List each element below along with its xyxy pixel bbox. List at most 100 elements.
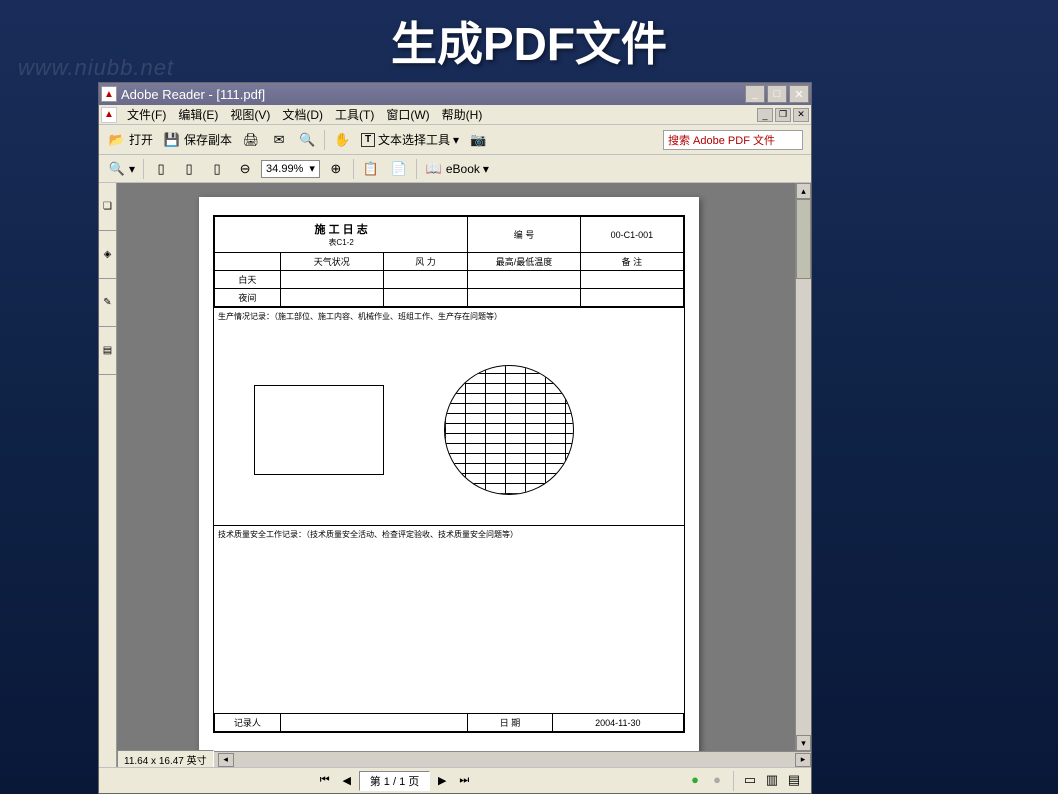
toolbar-separator <box>353 159 354 179</box>
ebook-button[interactable]: 📖 eBook ▾ <box>420 157 494 181</box>
toolbar-separator <box>733 771 734 791</box>
last-page-button[interactable]: ⏭ <box>454 772 474 790</box>
statusbar: ⏮ ◀ 第 1 / 1 页 ▶ ⏭ ● ● ▭ ▥ ▤ <box>99 767 811 793</box>
continuous-page-button[interactable]: ▥ <box>763 771 781 789</box>
hand-icon: ✋ <box>333 131 351 149</box>
zoom-value: 34.99% <box>266 163 303 175</box>
copy-button[interactable]: 📋 <box>357 157 385 181</box>
row-night: 夜间 <box>215 289 281 307</box>
save-icon: 💾 <box>163 131 181 149</box>
col-temp: 最高/最低温度 <box>468 253 581 271</box>
content-area: ❏ ◈ ✎ ▤ 施 工 日 志 表C1-2 编 号 00-C1-001 <box>99 183 811 767</box>
forward-view-button[interactable]: ● <box>708 771 726 789</box>
next-page-button[interactable]: ▶ <box>432 772 452 790</box>
camera-icon: 📷 <box>469 131 487 149</box>
page-width-icon: ▯ <box>180 160 198 178</box>
folder-open-icon: 📂 <box>108 131 126 149</box>
save-copy-button[interactable]: 💾 保存副本 <box>158 128 237 152</box>
first-page-button[interactable]: ⏮ <box>315 772 335 790</box>
section2-body <box>214 543 684 713</box>
zoom-in-button[interactable]: ⊕ <box>322 157 350 181</box>
window-title: Adobe Reader - [111.pdf] <box>121 87 745 102</box>
mail-icon: ✉ <box>270 131 288 149</box>
zoom-tool-button[interactable]: 🔍▾ <box>103 157 140 181</box>
maximize-button[interactable]: □ <box>767 85 787 103</box>
snapshot-button[interactable]: 📷 <box>464 128 492 152</box>
drawing-area-1 <box>214 325 684 525</box>
prev-page-button[interactable]: ◀ <box>337 772 357 790</box>
menu-file[interactable]: 文件(F) <box>121 104 172 125</box>
zoom-out-button[interactable]: ⊖ <box>231 157 259 181</box>
signatures-tab[interactable]: ✎ <box>99 279 116 327</box>
document-viewport[interactable]: 施 工 日 志 表C1-2 编 号 00-C1-001 天气状况 风 力 最高/… <box>117 183 811 767</box>
bookmarks-tab[interactable]: ❏ <box>99 183 116 231</box>
back-view-button[interactable]: ● <box>686 771 704 789</box>
copy-icon: 📋 <box>362 160 380 178</box>
dropdown-icon: ▾ <box>129 162 135 176</box>
close-button[interactable]: ✕ <box>789 85 809 103</box>
menu-window[interactable]: 窗口(W) <box>380 104 435 125</box>
menu-view[interactable]: 视图(V) <box>224 104 276 125</box>
mdi-minimize-button[interactable]: _ <box>757 108 773 122</box>
save-copy-label: 保存副本 <box>184 131 232 148</box>
horizontal-scrollbar[interactable]: 11.64 x 16.47 英寸 ◂ ▸ <box>117 751 811 767</box>
pages-tab[interactable]: ▤ <box>99 327 116 375</box>
mdi-restore-button[interactable]: ❐ <box>775 108 791 122</box>
page-dimensions: 11.64 x 16.47 英寸 <box>117 750 214 767</box>
scroll-left-button[interactable]: ◂ <box>218 753 234 767</box>
scroll-down-button[interactable]: ▾ <box>796 735 811 751</box>
fit-page-button[interactable]: ▯ <box>147 157 175 181</box>
navigation-pane: ❏ ◈ ✎ ▤ <box>99 183 117 767</box>
zoom-icon: 🔍 <box>108 160 126 178</box>
main-toolbar: 📂 打开 💾 保存副本 🖨 ✉ 🔍 ✋ T 文本选择工具 ▾ 📷 搜索 Adob… <box>99 125 811 155</box>
col-note: 备 注 <box>580 253 683 271</box>
page-actual-icon: ▯ <box>208 160 226 178</box>
search-input[interactable]: 搜索 Adobe PDF 文件 <box>663 130 803 150</box>
hand-tool-button[interactable]: ✋ <box>328 128 356 152</box>
dropdown-icon: ▾ <box>309 162 315 175</box>
toolbar-separator <box>324 130 325 150</box>
page-indicator[interactable]: 第 1 / 1 页 <box>359 771 431 791</box>
toolbar-separator <box>416 159 417 179</box>
doc-table-number: 表C1-2 <box>219 237 463 248</box>
text-select-button[interactable]: T 文本选择工具 ▾ <box>356 128 464 152</box>
zoom-toolbar: 🔍▾ ▯ ▯ ▯ ⊖ 34.99% ▾ ⊕ 📋 📄 📖 eBook ▾ <box>99 155 811 183</box>
toolbar-separator <box>143 159 144 179</box>
recorder-label: 记录人 <box>215 714 281 732</box>
plus-icon: ⊕ <box>327 160 345 178</box>
col-weather: 天气状况 <box>280 253 383 271</box>
scroll-thumb[interactable] <box>796 199 811 279</box>
doc-title: 施 工 日 志 <box>219 221 463 237</box>
scroll-right-button[interactable]: ▸ <box>795 753 811 767</box>
paste-button[interactable]: 📄 <box>385 157 413 181</box>
fit-width-button[interactable]: ▯ <box>175 157 203 181</box>
search-doc-button[interactable]: 🔍 <box>293 128 321 152</box>
app-icon: ▲ <box>101 86 117 102</box>
scroll-up-button[interactable]: ▴ <box>796 183 811 199</box>
section2-title: 技术质量安全工作记录：（技术质量安全活动、检查评定验收、技术质量安全问题等） <box>214 525 684 543</box>
vertical-scrollbar[interactable]: ▴ ▾ <box>795 183 811 751</box>
ebook-label: eBook <box>446 162 480 176</box>
facing-pages-button[interactable]: ▤ <box>785 771 803 789</box>
doc-number: 00-C1-001 <box>580 217 683 253</box>
label-number: 编 号 <box>468 217 581 253</box>
minimize-button[interactable]: _ <box>745 85 765 103</box>
open-button[interactable]: 📂 打开 <box>103 128 158 152</box>
dropdown-icon: ▾ <box>483 162 489 176</box>
date-value: 2004-11-30 <box>552 714 683 732</box>
single-page-button[interactable]: ▭ <box>741 771 759 789</box>
print-button[interactable]: 🖨 <box>237 128 265 152</box>
zoom-level-input[interactable]: 34.99% ▾ <box>261 160 320 178</box>
circle-brick-shape <box>444 365 574 495</box>
binoculars-icon: 🔍 <box>298 131 316 149</box>
section1-title: 生产情况记录：（施工部位、施工内容、机械作业、班组工作、生产存在问题等） <box>214 307 684 325</box>
email-button[interactable]: ✉ <box>265 128 293 152</box>
mdi-close-button[interactable]: ✕ <box>793 108 809 122</box>
layers-tab[interactable]: ◈ <box>99 231 116 279</box>
menu-edit[interactable]: 编辑(E) <box>172 104 224 125</box>
menu-tools[interactable]: 工具(T) <box>329 104 380 125</box>
form-table: 施 工 日 志 表C1-2 编 号 00-C1-001 天气状况 风 力 最高/… <box>213 215 685 733</box>
menu-document[interactable]: 文档(D) <box>276 104 329 125</box>
actual-size-button[interactable]: ▯ <box>203 157 231 181</box>
menu-help[interactable]: 帮助(H) <box>436 104 489 125</box>
